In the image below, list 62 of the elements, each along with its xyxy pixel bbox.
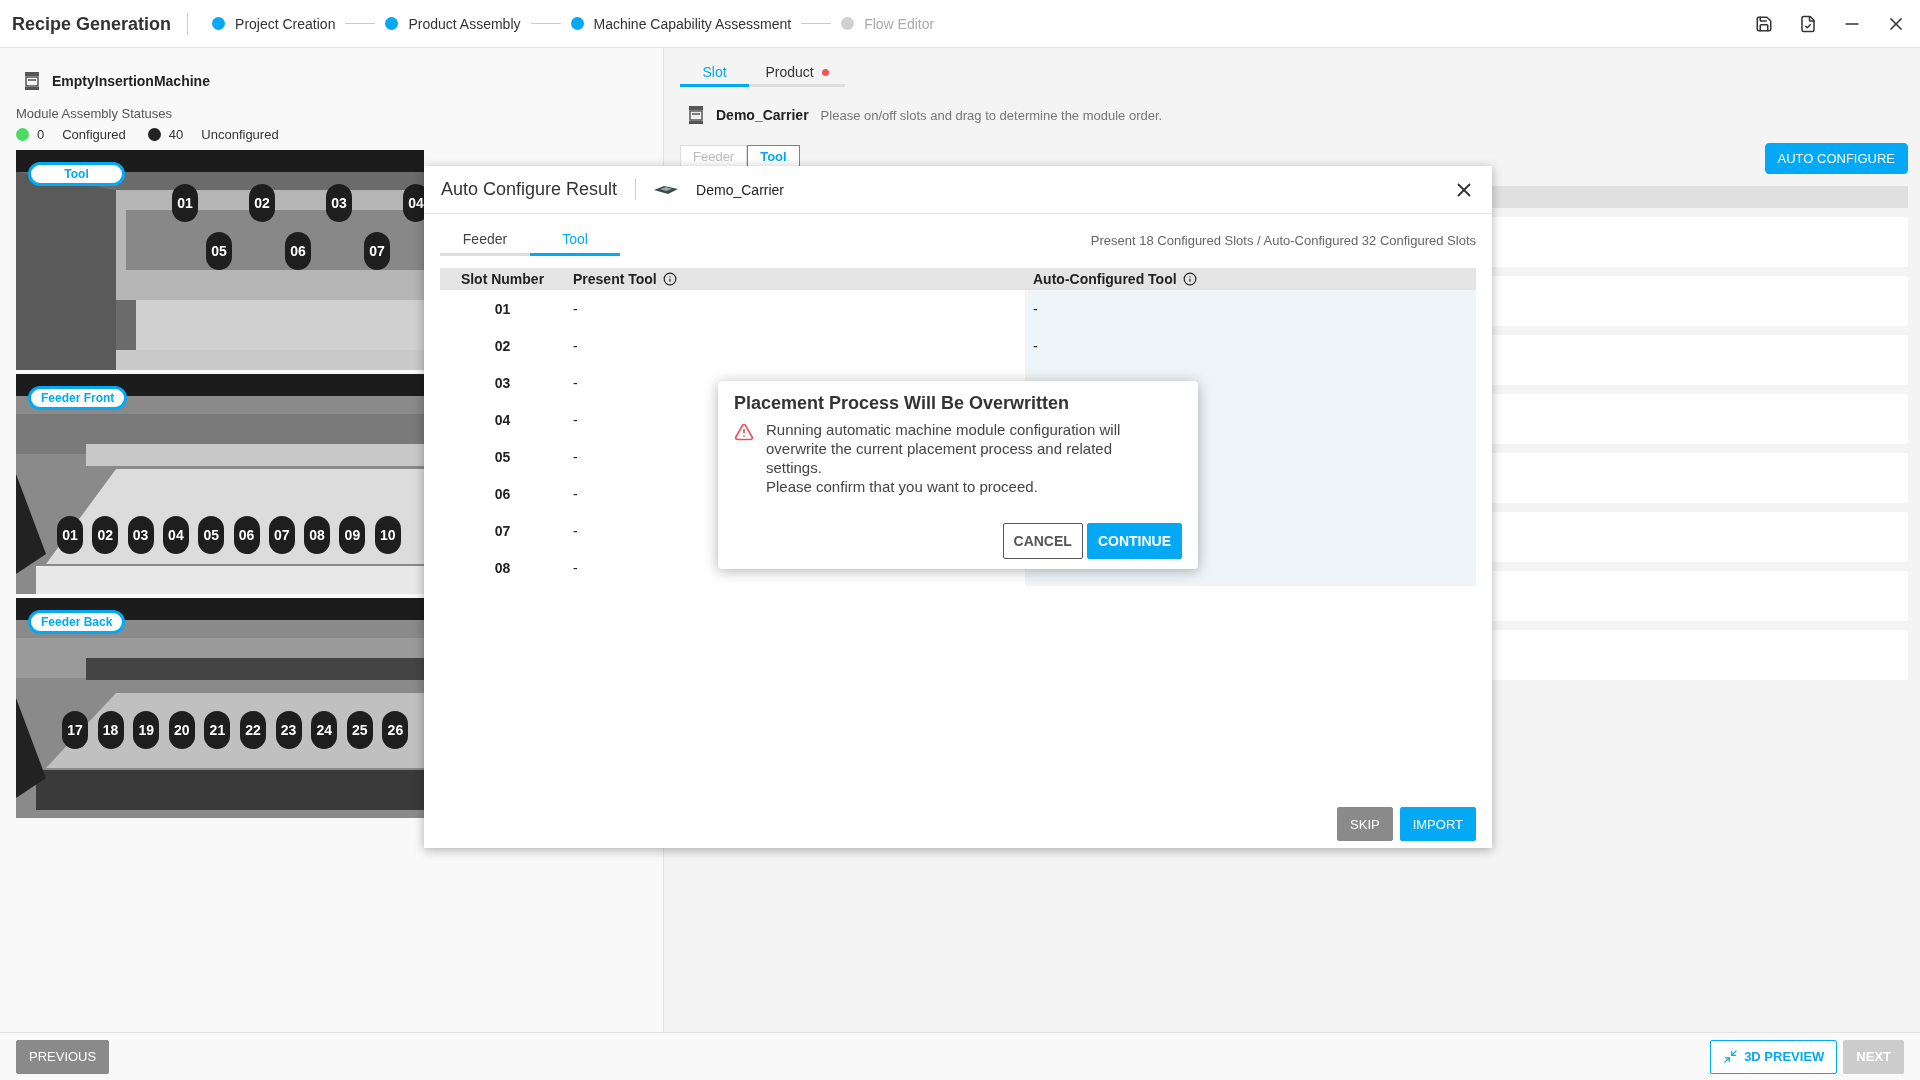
- slot-number: 07: [494, 522, 511, 539]
- present-tool-value: -: [573, 337, 578, 354]
- statuses-title: Module Assembly Statuses: [16, 106, 174, 121]
- dialog-tab[interactable]: Feeder: [440, 224, 530, 256]
- present-tool-value: -: [573, 448, 578, 465]
- confirm-message: Running automatic machine module configuration will overwrite the current placement process and related settings.: [766, 420, 1122, 477]
- slot-number: 02: [494, 337, 511, 354]
- column-label: Auto-Configured Tool: [1033, 271, 1177, 287]
- present-tool-value: -: [573, 374, 578, 391]
- auto-tool-value: -: [1033, 300, 1038, 317]
- status-label: Unconfigured: [201, 127, 279, 142]
- slot-badge: 04: [403, 184, 424, 222]
- step[interactable]: Product Assembly: [385, 15, 521, 32]
- confirm-button[interactable]: CANCEL: [1002, 523, 1083, 559]
- status-count: 0: [37, 127, 45, 142]
- summary-text: Present 18 Configured Slots / Auto-Configured 32 Configured Slots: [1090, 232, 1476, 248]
- slot-number: 03: [494, 374, 511, 391]
- slot-number: 05: [494, 448, 511, 465]
- module-tab[interactable]: Tool: [747, 145, 800, 168]
- dialog-button[interactable]: SKIP: [1337, 807, 1393, 841]
- status-count: 40: [168, 127, 184, 142]
- status-label: Configured: [62, 127, 126, 142]
- carrier-name: Demo_Carrier: [716, 107, 809, 123]
- step[interactable]: Machine Capability Assessment: [570, 15, 792, 32]
- previous-button[interactable]: PREVIOUS: [16, 1039, 110, 1074]
- slot-number: 01: [494, 300, 511, 317]
- module-tab[interactable]: Feeder: [680, 145, 748, 168]
- carrier-board-icon: [654, 184, 679, 195]
- app-title: Recipe Generation: [12, 12, 189, 35]
- auto-tool-value: -: [1033, 337, 1038, 354]
- confirm-title: Placement Process Will Be Overwritten: [734, 393, 1070, 414]
- column-label: Present Tool: [573, 271, 657, 287]
- present-tool-value: -: [573, 411, 578, 428]
- dialog-tab[interactable]: Tool: [530, 224, 620, 256]
- confirm-message: Please confirm that you want to proceed.: [766, 477, 1039, 496]
- machine-icon: [24, 71, 40, 91]
- present-tool-value: -: [573, 559, 578, 576]
- present-tool-value: -: [573, 300, 578, 317]
- machine-name: EmptyInsertionMachine: [52, 73, 210, 89]
- dialog-title: Auto Configure Result: [441, 179, 637, 200]
- auto-configure-button[interactable]: AUTO CONFIGURE: [1764, 143, 1908, 174]
- slot-number: 08: [494, 559, 511, 576]
- panel-tab[interactable]: Product: [749, 60, 845, 87]
- column-label: Slot Number: [460, 271, 545, 287]
- step[interactable]: Project Creation: [212, 15, 336, 32]
- dialog-carrier-name: Demo_Carrier: [696, 181, 785, 198]
- slot-number: 04: [494, 411, 511, 428]
- 3d-preview-button[interactable]: 3D PREVIEW: [1710, 1039, 1838, 1074]
- present-tool-value: -: [573, 522, 578, 539]
- view-label: Feeder Front: [28, 386, 128, 410]
- carrier-machine-icon: [688, 105, 704, 125]
- confirm-button[interactable]: CONTINUE: [1086, 523, 1182, 559]
- warning-icon: [734, 422, 754, 442]
- panel-tab[interactable]: Slot: [680, 60, 749, 87]
- slot-number: 06: [494, 485, 511, 502]
- shrink-arrows-icon: [1723, 1049, 1739, 1064]
- dialog-button[interactable]: IMPORT: [1399, 807, 1476, 841]
- view-label: Tool: [28, 162, 125, 186]
- step[interactable]: Flow Editor: [841, 15, 935, 32]
- present-tool-value: -: [573, 485, 578, 502]
- hint-text: Please on/off slots and drag to determine the module order.: [820, 107, 1163, 123]
- view-label: Feeder Back: [28, 610, 126, 634]
